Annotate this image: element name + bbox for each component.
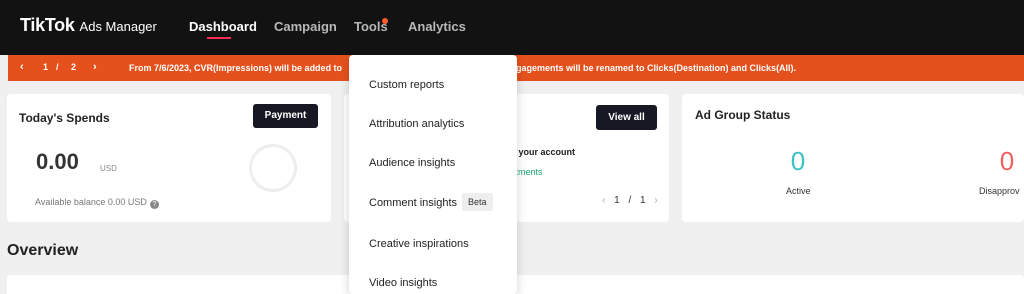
available-balance-text: Available balance 0.00 USD (35, 197, 147, 207)
logo-wordmark: TikTok (20, 15, 75, 35)
nav-campaign[interactable]: Campaign (274, 19, 337, 34)
active-label: Active (786, 186, 811, 196)
view-all-button[interactable]: View all (596, 105, 657, 130)
menu-item-creative-inspirations[interactable]: Creative inspirations (369, 238, 469, 250)
banner-next-icon[interactable]: › (93, 61, 97, 73)
tips-next-icon[interactable]: › (654, 195, 657, 206)
spend-amount: 0.00 (36, 149, 79, 174)
nav-active-indicator (207, 37, 231, 39)
tips-prev-icon[interactable]: ‹ (602, 195, 605, 206)
info-icon[interactable]: ? (149, 200, 159, 209)
menu-item-audience-insights[interactable]: Audience insights (369, 157, 455, 169)
nav-analytics[interactable]: Analytics (408, 19, 466, 34)
beta-badge: Beta (462, 193, 493, 211)
tips-pager: ‹ 1 / 1 › (602, 195, 658, 206)
nav-dashboard[interactable]: Dashboard (189, 19, 257, 34)
payment-button[interactable]: Payment (253, 104, 318, 128)
logo-subtitle: Ads Manager (79, 19, 157, 34)
tools-dropdown-menu: Custom reports Attribution analytics Aud… (349, 55, 517, 294)
available-balance: Available balance 0.00 USD? (35, 197, 159, 209)
banner-message-end: gagements will be renamed to Clicks(Dest… (516, 63, 797, 73)
tips-page-separator: / (628, 195, 632, 206)
overview-heading: Overview (7, 242, 79, 259)
ad-group-status-title: Ad Group Status (695, 108, 791, 122)
active-count[interactable]: 0 (768, 146, 828, 177)
spend-currency: USD (100, 164, 117, 173)
menu-item-comment-insights[interactable]: Comment insights Beta (369, 193, 493, 211)
comment-insights-label: Comment insights (369, 197, 458, 209)
todays-spends-card: Today's Spends Payment 0.00 USD Availabl… (7, 94, 331, 222)
disapproved-label: Disapprov (979, 186, 1020, 196)
banner-page-total: 2 (71, 62, 77, 72)
spends-title: Today's Spends (19, 111, 110, 125)
disapproved-count[interactable]: 0 (977, 146, 1024, 177)
ad-group-status-card: Ad Group Status 0 Active 0 Disapprov (682, 94, 1024, 222)
tiktok-ads-manager-logo[interactable]: TikTok Ads Manager (20, 15, 157, 36)
menu-item-custom-reports[interactable]: Custom reports (369, 79, 444, 91)
tip-text: e your account (511, 147, 576, 157)
tips-page-total: 1 (640, 195, 646, 206)
banner-message-start: From 7/6/2023, CVR(Impressions) will be … (129, 63, 343, 73)
spend-progress-ring (249, 144, 297, 192)
banner-prev-icon[interactable]: ‹ (20, 61, 24, 73)
tools-notification-dot (382, 18, 388, 24)
banner-page-current: 1 (43, 62, 49, 72)
banner-page-separator: / (56, 62, 59, 72)
menu-item-video-insights[interactable]: Video insights (369, 277, 437, 289)
menu-item-attribution-analytics[interactable]: Attribution analytics (369, 118, 464, 130)
top-nav-bar: TikTok Ads Manager Dashboard Campaign To… (0, 0, 1024, 55)
tips-page-current: 1 (614, 195, 620, 206)
